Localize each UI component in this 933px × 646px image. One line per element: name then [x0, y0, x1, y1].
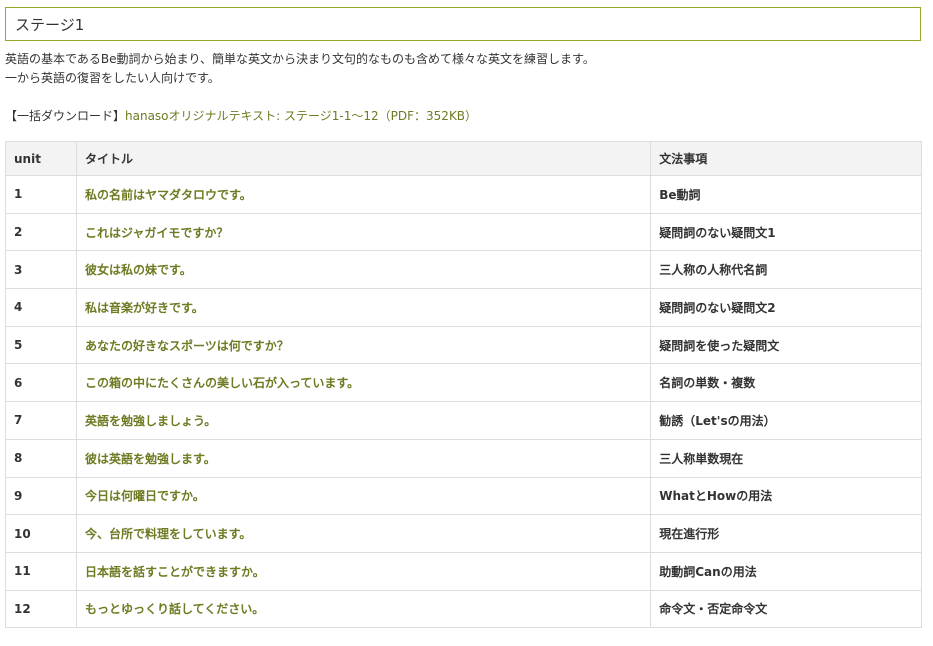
unit-number: 10	[5, 514, 77, 553]
grammar-cell: Be動詞	[650, 175, 922, 214]
download-pdf-link[interactable]: hanasoオリジナルテキスト: ステージ1-1〜12（PDF：352KB）	[125, 109, 477, 123]
table-row: 4 私は音楽が好きです。 疑問詞のない疑問文2	[5, 288, 922, 327]
grammar-cell: 疑問詞を使った疑問文	[650, 325, 922, 365]
unit-number: 5	[5, 325, 77, 365]
unit-number: 3	[5, 250, 77, 290]
column-header-title: タイトル	[75, 141, 652, 176]
table-row: 3 彼女は私の妹です。 三人称の人称代名詞	[5, 250, 922, 290]
grammar-cell: 名詞の単数・複数	[650, 363, 922, 403]
stage-header-box: ステージ1	[5, 7, 921, 41]
unit-title-link[interactable]: 彼女は私の妹です。	[85, 263, 192, 277]
title-cell: 彼は英語を勉強します。	[75, 438, 652, 478]
title-cell: 英語を勉強しましょう。	[75, 401, 652, 440]
unit-number: 1	[5, 175, 77, 214]
unit-number: 8	[5, 438, 77, 478]
unit-number: 4	[5, 288, 77, 327]
unit-title-link[interactable]: 英語を勉強しましょう。	[85, 414, 216, 428]
table-row: 1 私の名前はヤマダタロウです。 Be動詞	[5, 175, 922, 214]
grammar-cell: 現在進行形	[650, 514, 922, 553]
description-line-2: 一から英語の復習をしたい人向けです。	[5, 71, 220, 85]
table-row: 9 今日は何曜日ですか。 WhatとHowの用法	[5, 476, 922, 516]
unit-number: 6	[5, 363, 77, 403]
title-cell: 今日は何曜日ですか。	[75, 476, 652, 516]
title-cell: この箱の中にたくさんの美しい石が入っています。	[75, 363, 652, 403]
table-row: 10 今、台所で料理をしています。 現在進行形	[5, 514, 922, 553]
unit-number: 11	[5, 551, 77, 591]
unit-table: unit タイトル 文法事項 1 私の名前はヤマダタロウです。 Be動詞 2 こ…	[5, 141, 922, 629]
column-header-grammar: 文法事項	[650, 141, 922, 176]
unit-number: 2	[5, 212, 77, 252]
unit-title-link[interactable]: 私の名前はヤマダタロウです。	[85, 188, 252, 202]
unit-title-link[interactable]: あなたの好きなスポーツは何ですか？	[85, 339, 289, 353]
unit-title-link[interactable]: これはジャガイモですか？	[85, 226, 228, 240]
grammar-cell: WhatとHowの用法	[650, 476, 922, 516]
unit-title-link[interactable]: もっとゆっくり話してください。	[85, 602, 264, 616]
unit-title-link[interactable]: 日本語を話すことができますか。	[85, 565, 265, 579]
unit-number: 9	[5, 476, 77, 516]
table-row: 5 あなたの好きなスポーツは何ですか？ 疑問詞を使った疑問文	[5, 325, 922, 365]
title-cell: これはジャガイモですか？	[75, 212, 652, 252]
unit-title-link[interactable]: 彼は英語を勉強します。	[85, 452, 216, 466]
unit-title-link[interactable]: 私は音楽が好きです。	[85, 301, 204, 315]
grammar-cell: 疑問詞のない疑問文2	[650, 288, 922, 327]
grammar-cell: 疑問詞のない疑問文1	[650, 212, 922, 252]
table-row: 2 これはジャガイモですか？ 疑問詞のない疑問文1	[5, 212, 922, 252]
unit-number: 12	[5, 589, 77, 629]
download-prefix: 【一括ダウンロード】	[5, 109, 126, 123]
grammar-cell: 勧誘（Let'sの用法）	[650, 401, 922, 440]
title-cell: 私の名前はヤマダタロウです。	[75, 175, 652, 214]
title-cell: あなたの好きなスポーツは何ですか？	[75, 325, 652, 365]
title-cell: 彼女は私の妹です。	[75, 250, 652, 290]
grammar-cell: 三人称単数現在	[650, 438, 922, 478]
title-cell: 日本語を話すことができますか。	[75, 551, 652, 591]
unit-title-link[interactable]: 今日は何曜日ですか。	[85, 489, 205, 503]
grammar-cell: 命令文・否定命令文	[650, 589, 922, 629]
column-header-unit: unit	[5, 141, 77, 176]
table-row: 12 もっとゆっくり話してください。 命令文・否定命令文	[5, 589, 922, 629]
grammar-cell: 三人称の人称代名詞	[650, 250, 922, 290]
table-header-row: unit タイトル 文法事項	[5, 141, 922, 176]
grammar-cell: 助動詞Canの用法	[650, 551, 922, 591]
table-row: 8 彼は英語を勉強します。 三人称単数現在	[5, 438, 922, 478]
table-row: 6 この箱の中にたくさんの美しい石が入っています。 名詞の単数・複数	[5, 363, 922, 403]
table-row: 7 英語を勉強しましょう。 勧誘（Let'sの用法）	[5, 401, 922, 440]
title-cell: もっとゆっくり話してください。	[75, 589, 652, 629]
title-cell: 今、台所で料理をしています。	[75, 514, 652, 553]
bulk-download: 【一括ダウンロード】hanasoオリジナルテキスト: ステージ1-1〜12（PD…	[5, 108, 477, 125]
unit-title-link[interactable]: この箱の中にたくさんの美しい石が入っています。	[85, 376, 359, 390]
table-row: 11 日本語を話すことができますか。 助動詞Canの用法	[5, 551, 922, 591]
description-line-1: 英語の基本であるBe動詞から始まり、簡単な英文から決まり文句的なものも含めて様々…	[5, 52, 595, 66]
unit-title-link[interactable]: 今、台所で料理をしています。	[85, 527, 251, 541]
unit-number: 7	[5, 401, 77, 440]
page-title: ステージ1	[15, 15, 85, 34]
title-cell: 私は音楽が好きです。	[75, 288, 652, 327]
